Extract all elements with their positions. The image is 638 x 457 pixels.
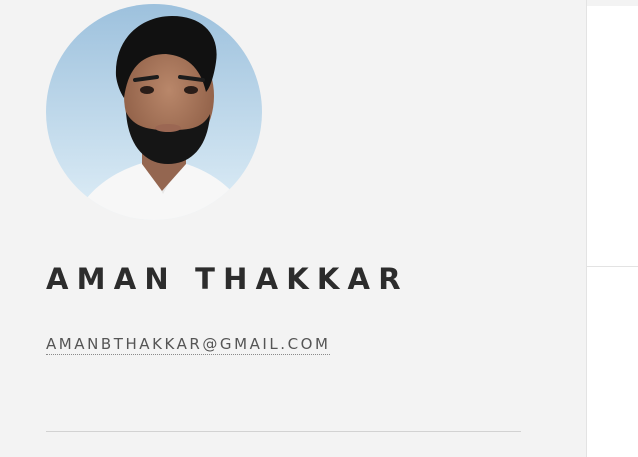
top-strip: [587, 0, 638, 6]
section-divider: [46, 431, 521, 432]
avatar: [46, 4, 262, 220]
content-divider: [587, 266, 638, 267]
profile-page: AMAN THAKKAR AMANBTHAKKAR@GMAIL.COM: [0, 0, 638, 457]
profile-name: AMAN THAKKAR: [46, 262, 409, 296]
content-panel: [586, 0, 638, 457]
email-link[interactable]: AMANBTHAKKAR@GMAIL.COM: [46, 335, 331, 355]
profile-panel: AMAN THAKKAR AMANBTHAKKAR@GMAIL.COM: [0, 0, 586, 457]
profile-photo: [46, 4, 262, 220]
